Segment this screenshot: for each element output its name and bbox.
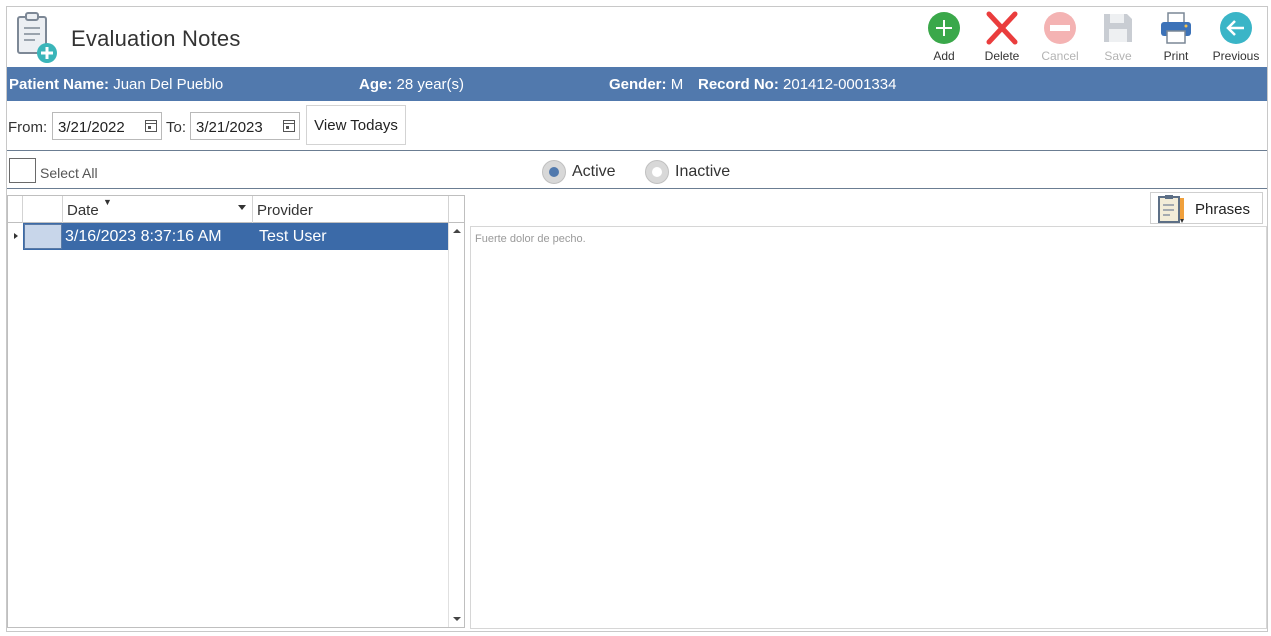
row-indicator-header <box>8 196 23 223</box>
notes-textarea[interactable]: Fuerte dolor de pecho. <box>470 226 1267 629</box>
app-window: Evaluation Notes Add Delete Cancel Save … <box>6 6 1268 632</box>
scroll-down-icon[interactable] <box>453 617 461 621</box>
clipboard-add-icon <box>15 11 59 63</box>
print-label: Print <box>1163 49 1189 63</box>
inactive-radio[interactable]: Inactive <box>645 160 730 184</box>
patient-gender-value: M <box>670 76 684 93</box>
to-label: To: <box>166 119 187 136</box>
date-filter-row: From: 3/21/2022 To: 3/21/2023 View Today… <box>7 101 1267 151</box>
arrow-left-icon <box>1220 12 1252 44</box>
calendar-icon[interactable] <box>283 120 295 132</box>
cancel-icon <box>1044 12 1076 44</box>
patient-name-value: Juan Del Pueblo <box>113 76 224 93</box>
notes-text: Fuerte dolor de pecho. <box>475 233 586 245</box>
active-radio[interactable]: Active <box>542 160 616 184</box>
save-button[interactable]: Save <box>1089 9 1147 65</box>
grid-header-corner <box>448 196 464 223</box>
patient-age-label: Age: <box>359 76 393 93</box>
patient-name-label: Patient Name: <box>9 76 110 93</box>
previous-button[interactable]: Previous <box>1205 9 1267 65</box>
patient-record: Record No: 201412-0001334 <box>698 76 896 93</box>
select-all-checkbox[interactable] <box>9 158 36 183</box>
patient-gender-label: Gender: <box>609 76 667 93</box>
add-label: Add <box>933 49 955 63</box>
inactive-radio-label: Inactive <box>675 163 731 180</box>
from-date-value: 3/21/2022 <box>58 119 125 136</box>
from-label: From: <box>8 119 48 136</box>
selection-row: Select All Active Inactive <box>7 152 1267 189</box>
patient-gender: Gender: M <box>609 76 683 93</box>
row-provider: Test User <box>259 228 327 245</box>
phrases-label: Phrases <box>1195 201 1251 218</box>
scroll-up-icon[interactable] <box>453 229 461 233</box>
row-date: 3/16/2023 8:37:16 AM <box>65 228 222 245</box>
header: Evaluation Notes Add Delete Cancel Save … <box>7 7 1267 67</box>
vertical-scrollbar[interactable] <box>448 223 464 627</box>
delete-icon <box>986 11 1018 45</box>
save-label: Save <box>1104 49 1132 63</box>
view-todays-button[interactable]: View Todays <box>306 105 406 145</box>
phrases-button[interactable]: Phrases <box>1150 192 1263 224</box>
active-radio-label: Active <box>572 163 616 180</box>
provider-column-label: Provider <box>257 202 313 219</box>
date-column-label: Date <box>67 202 99 219</box>
save-icon <box>1104 14 1132 42</box>
select-all-label: Select All <box>40 165 98 181</box>
patient-record-label: Record No: <box>698 76 779 93</box>
patient-age-value: 28 year(s) <box>396 76 465 93</box>
calendar-icon[interactable] <box>145 120 157 132</box>
add-icon <box>928 12 960 44</box>
patient-name: Patient Name: Juan Del Pueblo <box>9 76 223 93</box>
dropdown-arrow-icon[interactable] <box>238 205 246 210</box>
to-date-field[interactable]: 3/21/2023 <box>190 112 300 140</box>
previous-label: Previous <box>1212 49 1260 63</box>
patient-info-bar: Patient Name: Juan Del Pueblo Age: 28 ye… <box>7 67 1267 101</box>
radio-unchecked-icon <box>645 160 669 184</box>
patient-record-value: 201412-0001334 <box>783 76 897 93</box>
clipboard-pencil-icon <box>1158 195 1184 223</box>
cancel-button[interactable]: Cancel <box>1031 9 1089 65</box>
table-row[interactable]: 3/16/2023 8:37:16 AM Test User <box>8 223 449 250</box>
from-date-field[interactable]: 3/21/2022 <box>52 112 162 140</box>
add-button[interactable]: Add <box>915 9 973 65</box>
page-title: Evaluation Notes <box>71 26 241 51</box>
row-indicator-icon <box>8 223 23 250</box>
delete-button[interactable]: Delete <box>973 9 1031 65</box>
toolbar: Add Delete Cancel Save Print Previous <box>915 9 1267 65</box>
table-row-selected[interactable]: 3/16/2023 8:37:16 AM Test User <box>23 223 449 250</box>
patient-age: Age: 28 year(s) <box>359 76 464 93</box>
print-button[interactable]: Print <box>1147 9 1205 65</box>
date-column-header[interactable]: Date ▼ <box>63 196 253 223</box>
cancel-label: Cancel <box>1041 49 1079 63</box>
to-date-value: 3/21/2023 <box>196 119 263 136</box>
filter-icon[interactable]: ▼ <box>103 197 112 207</box>
checkbox-column-header[interactable] <box>23 196 63 223</box>
grid-header: Date ▼ Provider <box>8 196 449 223</box>
radio-checked-icon <box>542 160 566 184</box>
notes-grid: Date ▼ Provider 3/16/2023 8:37:16 AM Tes… <box>7 195 465 628</box>
delete-label: Delete <box>984 49 1020 63</box>
printer-icon <box>1161 12 1191 44</box>
provider-column-header[interactable]: Provider <box>253 196 449 223</box>
row-checkbox[interactable] <box>24 224 62 249</box>
